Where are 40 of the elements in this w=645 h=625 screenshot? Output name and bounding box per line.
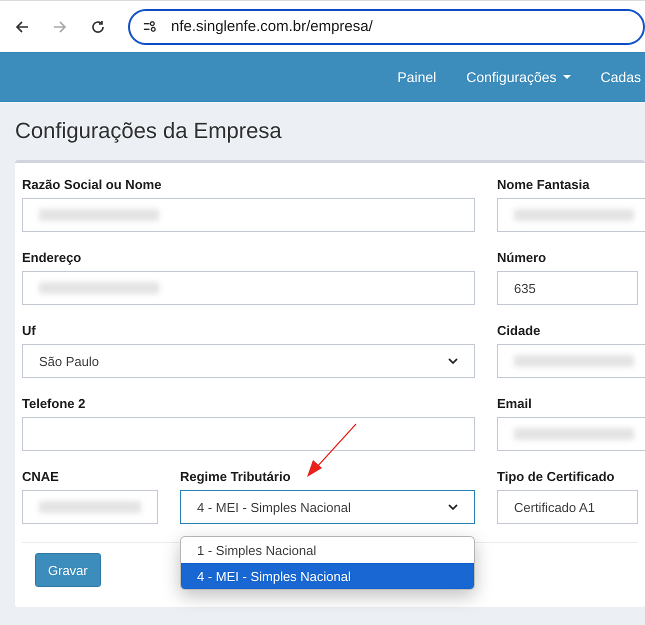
input-field[interactable] bbox=[497, 198, 645, 232]
input-field[interactable] bbox=[22, 198, 475, 232]
field-label: Telefone 2 bbox=[22, 396, 86, 411]
field-label: Email bbox=[497, 396, 533, 411]
select-field[interactable]: 4 - MEI - Simples Nacional bbox=[180, 490, 475, 524]
url-text: nfe.singlenfe.com.br/empresa/ bbox=[171, 18, 373, 35]
back-arrow-icon[interactable] bbox=[14, 18, 30, 34]
chevron-down-icon bbox=[448, 504, 458, 510]
dropdown-option[interactable]: 4 - MEI - Simples Nacional bbox=[181, 563, 474, 589]
site-settings-icon[interactable] bbox=[142, 19, 157, 34]
select-field[interactable]: São Paulo bbox=[22, 344, 475, 378]
address-bar[interactable]: nfe.singlenfe.com.br/empresa/ bbox=[128, 8, 645, 44]
page-title: Configurações da Empresa bbox=[15, 117, 283, 145]
save-button[interactable]: Gravar bbox=[35, 553, 101, 587]
forward-arrow-icon[interactable] bbox=[52, 18, 68, 34]
field-label: Tipo de Certificado bbox=[497, 469, 616, 484]
input-field[interactable]: Certificado A1 bbox=[497, 490, 638, 524]
nav-link[interactable]: Configurações bbox=[466, 69, 571, 85]
field-label: CNAE bbox=[22, 469, 60, 484]
nav-link[interactable]: Painel bbox=[397, 69, 436, 85]
field-label: Nome Fantasia bbox=[497, 177, 590, 192]
reload-icon[interactable] bbox=[90, 18, 106, 34]
field-label: Cidade bbox=[497, 323, 542, 338]
input-field[interactable] bbox=[497, 344, 645, 378]
chevron-down-icon bbox=[448, 358, 458, 364]
field-label: Razão Social ou Nome bbox=[22, 177, 162, 192]
nav-link[interactable]: Cadas bbox=[600, 69, 641, 85]
field-label: Regime Tributário bbox=[180, 469, 292, 484]
input-field[interactable] bbox=[22, 271, 475, 305]
field-label: Número bbox=[497, 250, 548, 265]
input-field[interactable]: 635 bbox=[497, 271, 638, 305]
dropdown-option[interactable]: 1 - Simples Nacional bbox=[181, 537, 474, 563]
input-field[interactable] bbox=[497, 417, 645, 451]
field-label: Endereço bbox=[22, 250, 82, 265]
select-value: 4 - MEI - Simples Nacional bbox=[197, 500, 351, 514]
caret-icon bbox=[562, 75, 571, 79]
input-field[interactable] bbox=[22, 417, 475, 451]
input-field[interactable] bbox=[22, 490, 158, 524]
field-label: Uf bbox=[22, 323, 37, 338]
select-value: São Paulo bbox=[39, 354, 99, 368]
